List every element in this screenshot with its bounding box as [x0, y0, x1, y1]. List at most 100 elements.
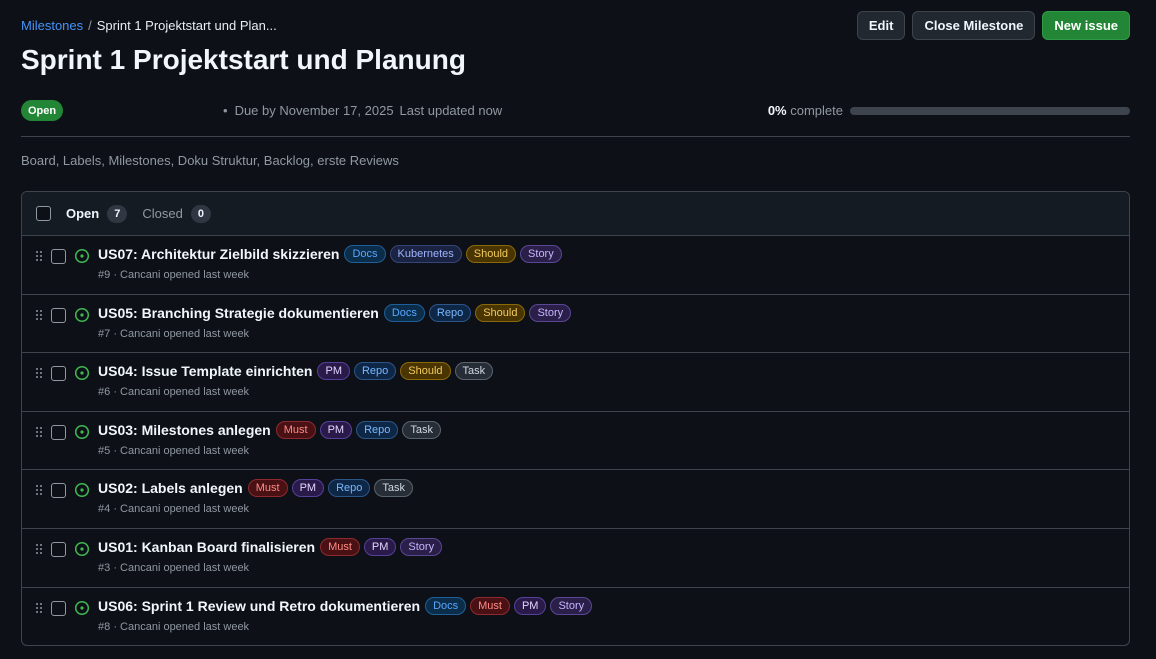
issue-open-icon	[74, 424, 90, 440]
page-title: Sprint 1 Projektstart und Planung	[21, 44, 466, 75]
progress-text: 0% complete	[768, 103, 843, 118]
label-story[interactable]: Story	[529, 303, 572, 322]
issue-opened-by: · Cancani opened last week	[113, 561, 250, 574]
tab-open-label: Open	[66, 206, 100, 221]
progress-label: complete	[790, 103, 843, 118]
label-should[interactable]: Should	[475, 303, 526, 322]
milestone-progress: 0% complete	[768, 103, 1130, 118]
issue-title-line: US07: Architektur Zielbild skizzieren Doc…	[98, 245, 562, 263]
edit-button[interactable]: Edit	[856, 11, 906, 40]
header-bar: Milestones / Sprint 1 Projektstart und Pla…	[21, 11, 1130, 41]
label-should[interactable]: Should	[400, 362, 451, 381]
issue-meta: #4 · Cancani opened last week	[98, 503, 249, 515]
issue-title-link[interactable]: US05: Branching Strategie dokumentieren	[98, 305, 379, 321]
issue-row[interactable]: US03: Milestones anlegen Must PM Repo Task #5…	[22, 412, 1129, 471]
issue-number: #6	[98, 386, 111, 399]
label-repo[interactable]: Repo	[328, 479, 371, 498]
issue-open-icon	[74, 248, 90, 264]
drag-handle-icon[interactable]	[35, 426, 43, 438]
label-task[interactable]: Task	[402, 420, 441, 439]
issue-row[interactable]: US04: Issue Template einrichten PM Repo Sho…	[22, 353, 1129, 412]
label-story[interactable]: Story	[550, 596, 593, 615]
select-all-checkbox[interactable]	[36, 206, 51, 221]
divider	[21, 136, 1130, 137]
issue-checkbox[interactable]	[51, 483, 66, 499]
closed-count-badge: 0	[190, 204, 211, 223]
issue-title-link[interactable]: US06: Sprint 1 Review und Retro dokument…	[98, 598, 420, 614]
drag-handle-icon[interactable]	[35, 484, 43, 496]
issue-open-icon	[74, 541, 90, 557]
issue-title-link[interactable]: US03: Milestones anlegen	[98, 422, 271, 438]
label-must[interactable]: Must	[247, 479, 288, 498]
label-should[interactable]: Should	[465, 245, 517, 263]
issue-title-link[interactable]: US01: Kanban Board finalisieren	[98, 539, 315, 555]
label-must[interactable]: Must	[320, 537, 360, 556]
label-kubernetes[interactable]: Kubernetes	[389, 245, 462, 263]
status-badge: Open	[21, 100, 64, 121]
drag-handle-icon[interactable]	[35, 602, 43, 614]
issue-checkbox[interactable]	[51, 541, 66, 557]
issue-title-line: US03: Milestones anlegen Must PM Repo Task	[98, 420, 441, 439]
label-pm[interactable]: PM	[513, 596, 547, 615]
issue-rows: US07: Architektur Zielbild skizzieren Doc…	[22, 236, 1129, 645]
new-issue-button[interactable]: New issue	[1042, 11, 1130, 40]
label-must[interactable]: Must	[275, 420, 316, 439]
label-docs[interactable]: Docs	[344, 245, 386, 263]
label-story[interactable]: Story	[520, 245, 562, 263]
label-pm[interactable]: PM	[319, 420, 353, 439]
label-task[interactable]: Task	[374, 479, 413, 498]
issue-opened-by: · Cancani opened last week	[113, 386, 250, 399]
issue-number: #9	[98, 269, 111, 281]
issue-row[interactable]: US07: Architektur Zielbild skizzieren Doc…	[22, 236, 1129, 295]
issue-checkbox[interactable]	[51, 307, 66, 323]
label-story[interactable]: Story	[400, 537, 443, 556]
label-must[interactable]: Must	[470, 596, 510, 615]
issue-open-icon	[74, 600, 90, 616]
issue-meta: #3 · Cancani opened last week	[98, 562, 249, 574]
issue-meta: #9 · Cancani opened last week	[98, 269, 249, 281]
issue-title-link[interactable]: US07: Architektur Zielbild skizzieren	[98, 246, 339, 262]
issue-checkbox[interactable]	[51, 424, 66, 440]
milestone-dates: • Due by November 17, 2025 Last updated no…	[223, 103, 502, 118]
drag-handle-icon[interactable]	[35, 250, 43, 262]
issue-checkbox[interactable]	[51, 366, 66, 382]
issue-opened-by: · Cancani opened last week	[113, 269, 250, 281]
issue-meta: #8 · Cancani opened last week	[98, 621, 249, 633]
label-repo[interactable]: Repo	[356, 420, 399, 439]
label-docs[interactable]: Docs	[383, 303, 425, 322]
breadcrumb-milestones-link[interactable]: Milestones	[21, 18, 83, 33]
issue-row[interactable]: US02: Labels anlegen Must PM Repo Task #4 · C…	[22, 470, 1129, 529]
last-updated: Last updated now	[399, 103, 503, 118]
issue-title-link[interactable]: US04: Issue Template einrichten	[98, 363, 312, 379]
issue-opened-by: · Cancani opened last week	[113, 503, 250, 516]
tab-open[interactable]: Open 7	[66, 204, 128, 223]
drag-handle-icon[interactable]	[35, 543, 43, 555]
drag-handle-icon[interactable]	[35, 309, 43, 321]
issue-meta: #6 · Cancani opened last week	[98, 386, 249, 398]
issue-open-icon	[74, 482, 90, 498]
progress-bar	[850, 106, 1130, 115]
breadcrumb-current: Sprint 1 Projektstart und Plan...	[96, 18, 277, 33]
label-pm[interactable]: PM	[291, 479, 325, 498]
issue-row[interactable]: US01: Kanban Board finalisieren Must PM Sto…	[22, 529, 1129, 588]
label-pm[interactable]: PM	[363, 537, 397, 556]
issue-number: #4	[98, 503, 111, 516]
label-repo[interactable]: Repo	[428, 303, 472, 322]
issue-checkbox[interactable]	[51, 249, 66, 264]
drag-handle-icon[interactable]	[35, 367, 43, 379]
milestone-description: Board, Labels, Milestones, Doku Struktur…	[21, 153, 399, 168]
label-docs[interactable]: Docs	[425, 596, 467, 615]
issue-opened-by: · Cancani opened last week	[113, 444, 250, 457]
label-pm[interactable]: PM	[317, 362, 350, 381]
tab-closed[interactable]: Closed 0	[142, 204, 211, 223]
issue-number: #5	[98, 444, 111, 457]
label-repo[interactable]: Repo	[353, 362, 397, 381]
issue-meta: #5 · Cancani opened last week	[98, 445, 249, 457]
label-task[interactable]: Task	[454, 362, 494, 381]
milestone-page: Milestones / Sprint 1 Projektstart und Pla…	[0, 0, 1156, 659]
close-milestone-button[interactable]: Close Milestone	[912, 11, 1036, 40]
issue-row[interactable]: US06: Sprint 1 Review und Retro dokument…	[22, 588, 1129, 645]
issue-checkbox[interactable]	[51, 600, 66, 616]
issue-title-link[interactable]: US02: Labels anlegen	[98, 480, 243, 496]
issue-row[interactable]: US05: Branching Strategie dokumentieren D…	[22, 295, 1129, 354]
